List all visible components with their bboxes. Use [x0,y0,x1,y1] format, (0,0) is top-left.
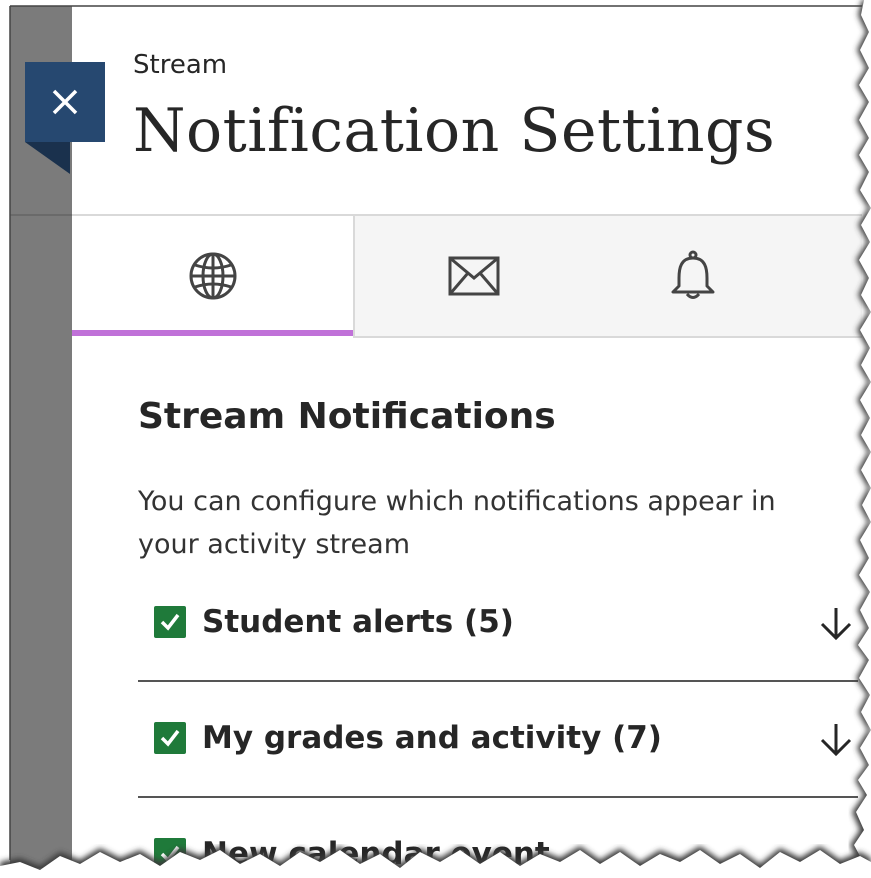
close-button-fold [25,142,70,174]
tab-email[interactable] [353,216,593,336]
close-button[interactable] [25,62,105,142]
notification-label: My grades and activity (7) [202,720,662,756]
tab-push[interactable] [593,216,862,336]
globe-icon [189,252,236,300]
notification-row-calendar: New calendar event [138,798,858,868]
checkmark-icon [160,845,180,863]
screenshot-frame: Stream Notification Settings Stream Noti… [0,0,871,878]
arrow-down-icon [820,724,852,757]
tab-bar-divider [353,336,862,338]
page-title: Notification Settings [133,96,776,166]
notification-label: New calendar event [202,836,550,868]
envelope-icon [448,256,500,296]
arrow-down-icon [820,608,852,641]
panel-eyebrow: Stream [133,50,228,80]
notification-label: Student alerts (5) [202,604,514,640]
checkmark-icon [160,729,180,747]
notification-row-my-grades: My grades and activity (7) [138,682,858,798]
section-title: Stream Notifications [138,396,556,437]
new-calendar-event-checkbox[interactable] [154,838,186,868]
checkmark-icon [160,613,180,631]
expand-student-alerts-button[interactable] [814,602,858,646]
close-icon [52,89,78,115]
my-grades-checkbox[interactable] [154,722,186,754]
notification-row-student-alerts: Student alerts (5) [138,566,858,682]
student-alerts-checkbox[interactable] [154,606,186,638]
tab-bar [72,216,862,338]
notification-settings-panel: Stream Notification Settings Stream Noti… [72,6,862,868]
active-tab-indicator [72,330,353,336]
bell-icon [671,250,714,299]
tab-stream[interactable] [72,216,353,336]
expand-my-grades-button[interactable] [814,718,858,762]
rail-divider [10,214,72,216]
section-description: You can configure which notifications ap… [138,486,776,560]
